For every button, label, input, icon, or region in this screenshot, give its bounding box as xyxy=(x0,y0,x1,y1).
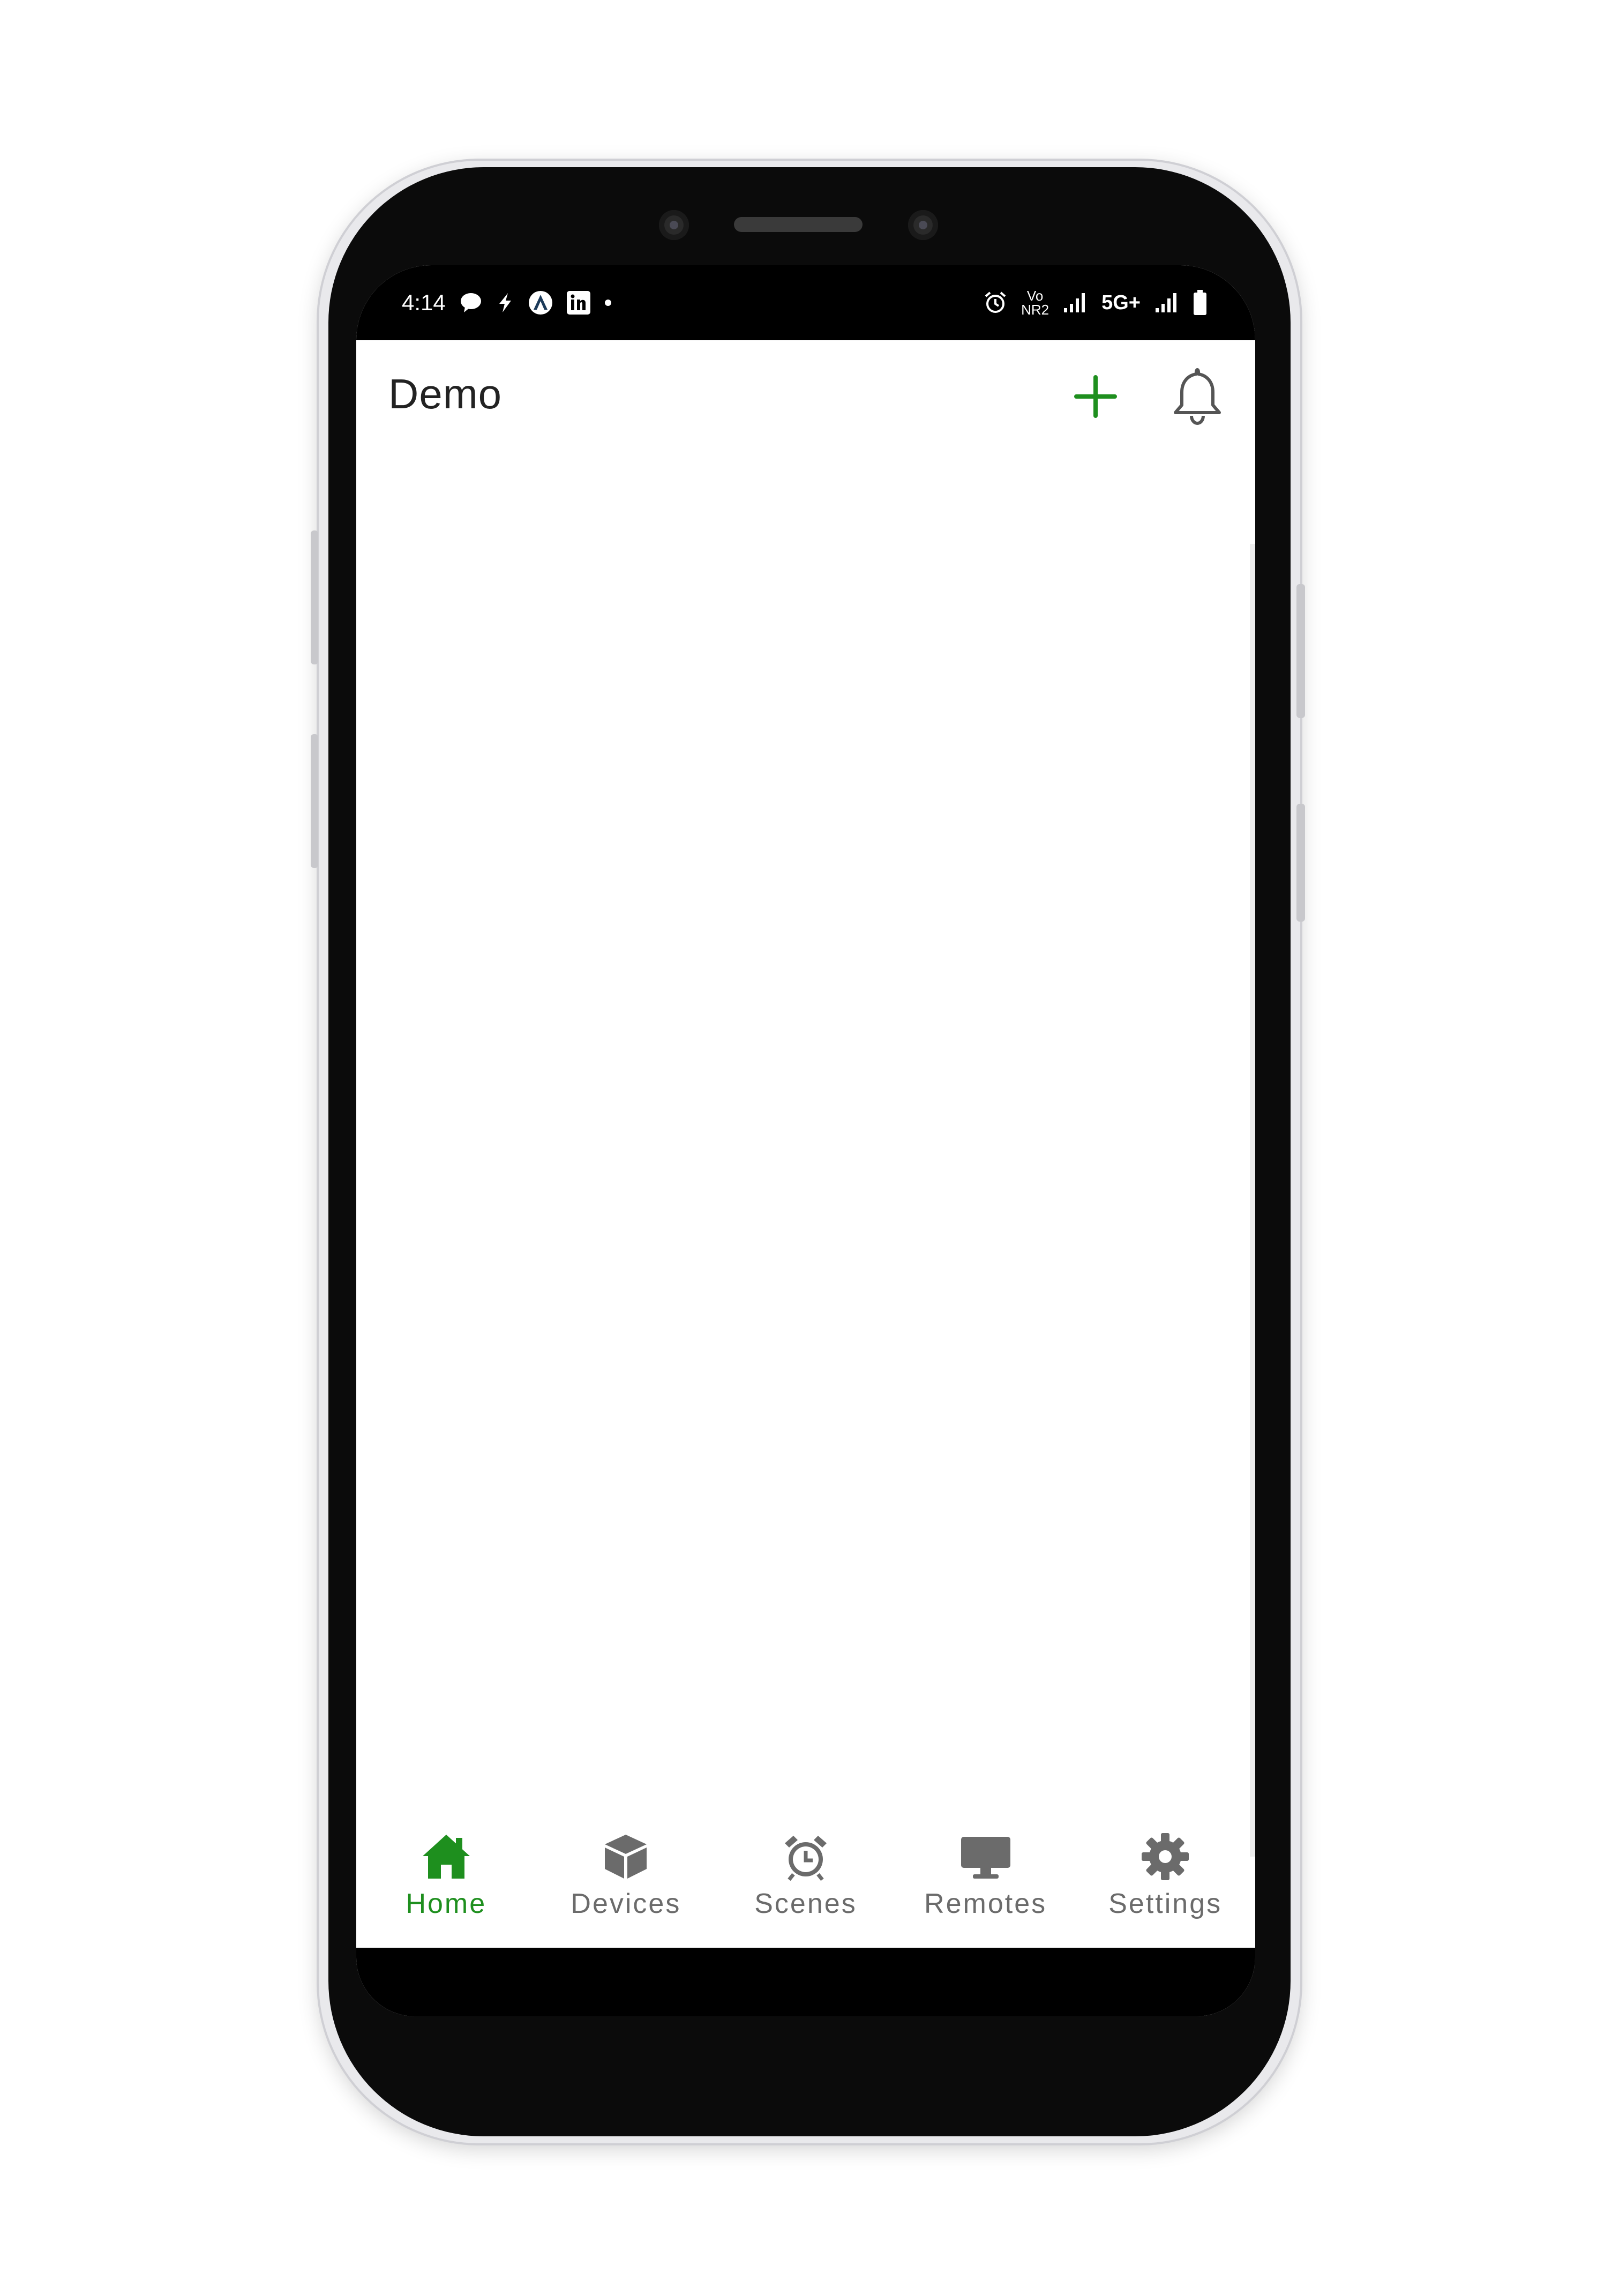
add-button[interactable] xyxy=(1069,370,1122,423)
app-bar: Demo xyxy=(356,340,1255,442)
network-type: 5G+ xyxy=(1101,291,1141,314)
bottom-bezel xyxy=(356,1948,1255,2016)
bixby-button xyxy=(1296,804,1305,922)
cube-icon xyxy=(599,1830,653,1883)
volume-down-button xyxy=(311,734,318,868)
nr-label: NR2 xyxy=(1021,302,1049,318)
nav-home-label: Home xyxy=(406,1888,487,1919)
status-time: 4:14 xyxy=(402,290,446,315)
nav-scenes-label: Scenes xyxy=(754,1888,857,1919)
nav-settings[interactable]: Settings xyxy=(1085,1830,1246,1920)
arc-logo-icon xyxy=(528,290,553,315)
nav-devices-label: Devices xyxy=(571,1888,681,1919)
lightning-icon xyxy=(496,292,514,313)
alarm-clock-icon xyxy=(779,1830,833,1883)
status-bar: 4:14 Vo NR2 5G+ xyxy=(356,265,1255,340)
home-icon xyxy=(419,1830,473,1883)
battery-icon xyxy=(1193,290,1207,316)
nav-settings-label: Settings xyxy=(1108,1888,1223,1919)
vo-label: Vo xyxy=(1026,288,1044,304)
screen: 4:14 Vo NR2 5G+ Demo Home Devices Scenes… xyxy=(356,265,1255,2016)
plus-icon xyxy=(1074,375,1117,418)
notification-dot-icon xyxy=(604,299,612,306)
power-button xyxy=(1296,584,1305,718)
monitor-icon xyxy=(959,1830,1013,1883)
vo-nr-icon: Vo NR2 xyxy=(1021,289,1049,317)
proximity-sensor xyxy=(908,210,938,240)
nav-remotes-label: Remotes xyxy=(924,1888,1047,1919)
nav-remotes[interactable]: Remotes xyxy=(905,1830,1066,1920)
nav-devices[interactable]: Devices xyxy=(545,1830,706,1920)
page-title: Demo xyxy=(388,370,503,417)
volume-up-button xyxy=(311,530,318,664)
gear-icon xyxy=(1138,1830,1192,1883)
status-right: Vo NR2 5G+ xyxy=(984,289,1207,317)
nav-scenes[interactable]: Scenes xyxy=(725,1830,886,1920)
front-camera xyxy=(659,210,689,240)
alarm-icon xyxy=(984,291,1007,315)
bottom-nav: Home Devices Scenes Remotes Settings xyxy=(356,1830,1255,1948)
bell-icon xyxy=(1174,368,1221,425)
main-content xyxy=(356,442,1255,1803)
scroll-edge xyxy=(1250,544,1255,1857)
signal-icon xyxy=(1154,292,1179,313)
chat-bubble-icon xyxy=(460,292,482,313)
earpiece-speaker xyxy=(734,217,863,232)
notifications-button[interactable] xyxy=(1168,364,1227,429)
linkedin-icon xyxy=(566,291,590,315)
nav-home[interactable]: Home xyxy=(366,1830,527,1920)
status-left: 4:14 xyxy=(402,290,612,316)
signal-icon xyxy=(1063,292,1088,313)
